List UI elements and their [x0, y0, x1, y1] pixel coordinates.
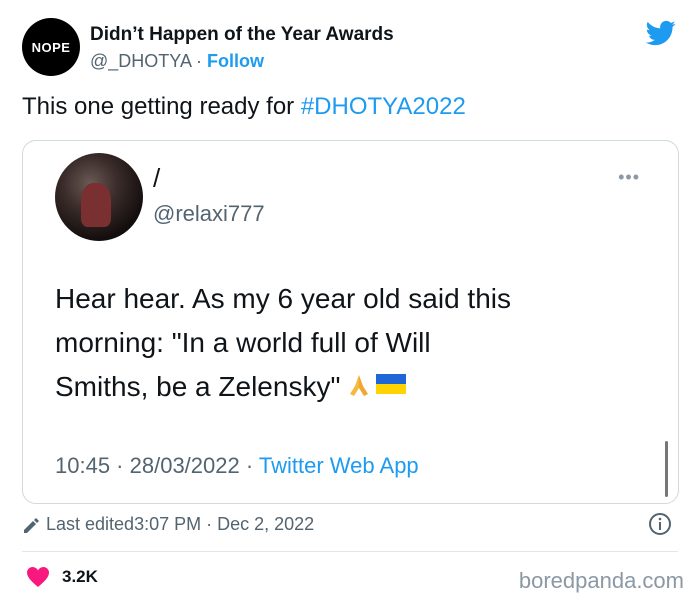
follow-button[interactable]: Follow	[207, 51, 264, 71]
meta-dot: ·	[239, 453, 259, 478]
tweet-header: NOPE Didn’t Happen of the Year Awards @_…	[22, 18, 682, 80]
author-handle[interactable]: @_DHOTYA	[90, 51, 191, 71]
quoted-author-name[interactable]: /	[153, 163, 160, 194]
edited-label: Last edited	[46, 514, 135, 534]
quoted-app: Twitter Web App	[258, 453, 419, 478]
edited-dot: ·	[201, 514, 218, 534]
ukraine-flag-bottom	[376, 384, 407, 394]
quoted-author-handle[interactable]: @relaxi777	[153, 201, 265, 227]
author-handle-line: @_DHOTYA · Follow	[90, 51, 264, 72]
like-button[interactable]: 3.2K	[26, 566, 98, 588]
tweet-text: This one getting ready for #DHOTYA2022	[22, 93, 466, 121]
quoted-tweet-card[interactable]: / @relaxi777 ••• Hear hear. As my 6 year…	[22, 140, 679, 504]
avatar-figure	[81, 183, 111, 227]
quoted-date[interactable]: 28/03/2022	[130, 453, 240, 478]
quoted-meta: 10:45 · 28/03/2022 · Twitter Web App	[55, 453, 419, 479]
quoted-line-2: morning: "In a world full of Will	[55, 327, 431, 358]
avatar[interactable]: NOPE	[22, 18, 80, 76]
quoted-line-3: Smiths, be a Zelensky"	[55, 371, 341, 402]
info-icon[interactable]	[648, 512, 672, 536]
divider	[22, 551, 678, 552]
author-name[interactable]: Didn’t Happen of the Year Awards	[90, 24, 394, 46]
quoted-line-1: Hear hear. As my 6 year old said this	[55, 283, 511, 314]
ukraine-flag-top	[376, 374, 407, 384]
hashtag-link[interactable]: #DHOTYA2022	[301, 93, 466, 120]
quoted-time[interactable]: 10:45	[55, 453, 110, 478]
folded-hands-icon	[350, 375, 369, 396]
edited-date: Dec 2, 2022	[217, 514, 315, 534]
quoted-line-3-wrap: Smiths, be a Zelensky"	[55, 365, 635, 409]
last-edited[interactable]: Last edited 3:07 PM · Dec 2, 2022	[22, 514, 314, 535]
quoted-avatar[interactable]	[55, 153, 143, 241]
twitter-bird-icon[interactable]	[644, 18, 678, 48]
heart-icon	[27, 567, 49, 587]
scrollbar[interactable]	[665, 441, 668, 497]
tweet-text-body: This one getting ready for	[22, 93, 301, 120]
quoted-tweet-body: Hear hear. As my 6 year old said this mo…	[55, 277, 635, 409]
more-options-icon[interactable]: •••	[618, 167, 640, 188]
ukraine-flag-icon	[376, 374, 407, 394]
like-count: 3.2K	[62, 567, 98, 586]
pencil-icon	[24, 517, 39, 533]
edited-time: 3:07 PM	[134, 514, 202, 534]
separator-dot: ·	[190, 51, 207, 71]
watermark: boredpanda.com	[518, 568, 684, 593]
meta-dot: ·	[110, 453, 130, 478]
